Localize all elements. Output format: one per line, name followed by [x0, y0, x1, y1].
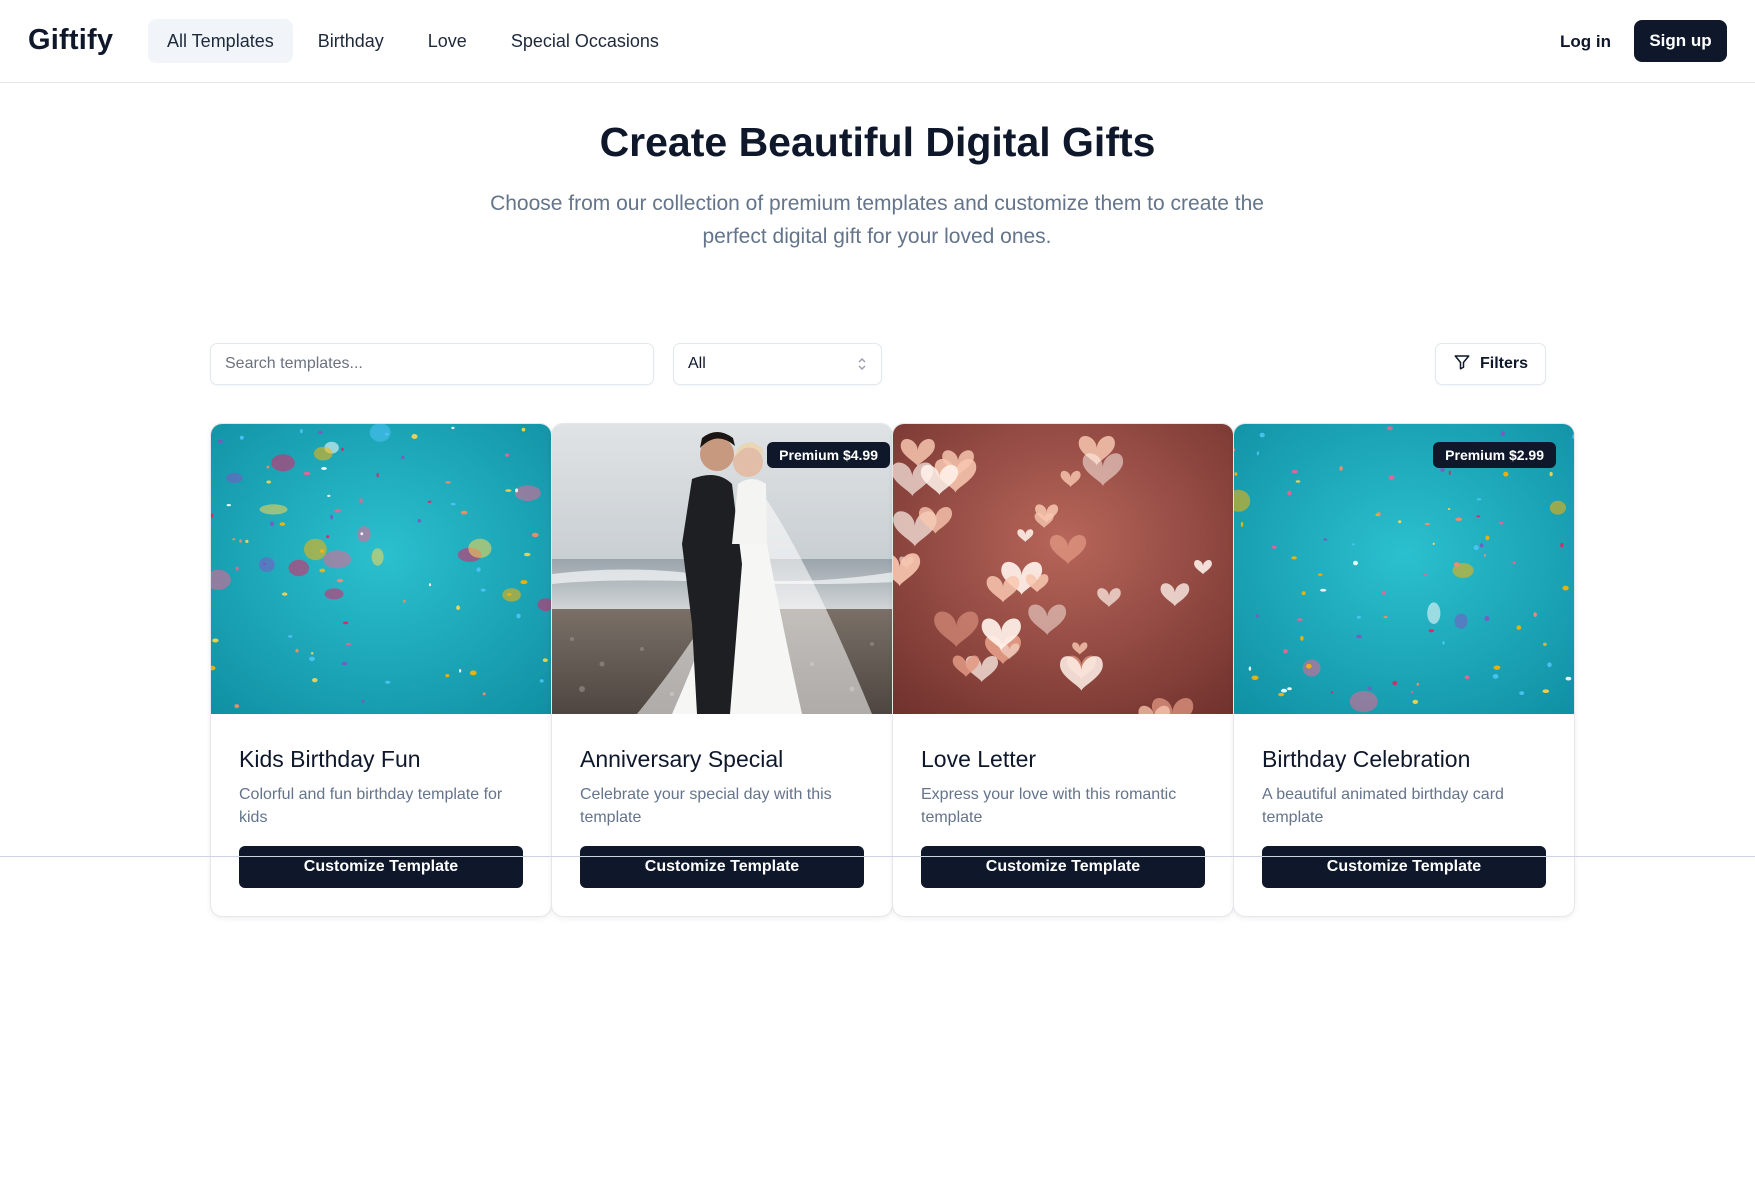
customize-template-button[interactable]: Customize Template	[580, 846, 864, 888]
wedding-couple-image: Premium $4.99	[552, 424, 892, 714]
category-select[interactable]: All	[673, 343, 882, 385]
top-navbar: Giftify All Templates Birthday Love Spec…	[0, 0, 1755, 83]
customize-template-button[interactable]: Customize Template	[239, 846, 523, 888]
card-title: Anniversary Special	[580, 746, 784, 772]
confetti-image: Premium $2.99	[1234, 424, 1574, 714]
bokeh-hearts-image	[893, 424, 1233, 714]
card-title: Kids Birthday Fun	[239, 746, 421, 772]
template-card[interactable]: Premium $4.99 Anniversary Special Celebr…	[551, 423, 893, 917]
card-description: A beautiful animated birthday card templ…	[1262, 786, 1504, 826]
premium-badge: Premium $2.99	[1433, 442, 1556, 468]
card-title: Love Letter	[921, 746, 1037, 772]
login-button[interactable]: Log in	[1548, 20, 1623, 64]
customize-template-button[interactable]: Customize Template	[1262, 846, 1546, 888]
card-description: Colorful and fun birthday template for k…	[239, 786, 503, 826]
page-title: Create Beautiful Digital Gifts	[599, 119, 1156, 165]
premium-badge: Premium $4.99	[767, 442, 890, 468]
nav-all-templates[interactable]: All Templates	[148, 19, 293, 63]
signup-button[interactable]: Sign up	[1634, 20, 1727, 62]
confetti-image	[211, 424, 551, 714]
nav-special-occasions[interactable]: Special Occasions	[492, 19, 678, 63]
divider-line	[0, 856, 1755, 857]
search-input[interactable]	[210, 343, 654, 385]
chevron-updown-icon	[857, 357, 867, 371]
card-description: Express your love with this romantic tem…	[921, 786, 1177, 826]
category-select-value: All	[688, 355, 706, 372]
card-title: Birthday Celebration	[1262, 746, 1471, 772]
card-description: Celebrate your special day with this tem…	[580, 786, 832, 826]
main-nav: All Templates Birthday Love Special Occa…	[148, 19, 678, 63]
page-subtitle: Choose from our collection of premium te…	[490, 192, 1264, 248]
filter-icon	[1453, 353, 1471, 376]
nav-birthday[interactable]: Birthday	[299, 19, 403, 63]
logo[interactable]: Giftify	[28, 24, 113, 57]
customize-template-button[interactable]: Customize Template	[921, 846, 1205, 888]
filters-label: Filters	[1479, 355, 1528, 372]
template-card[interactable]: Love Letter Express your love with this …	[892, 423, 1234, 917]
template-card[interactable]: Kids Birthday Fun Colorful and fun birth…	[210, 423, 552, 917]
filters-button[interactable]: Filters	[1435, 343, 1546, 385]
template-card[interactable]: Premium $2.99 Birthday Celebration A bea…	[1233, 423, 1575, 917]
nav-love[interactable]: Love	[409, 19, 486, 63]
